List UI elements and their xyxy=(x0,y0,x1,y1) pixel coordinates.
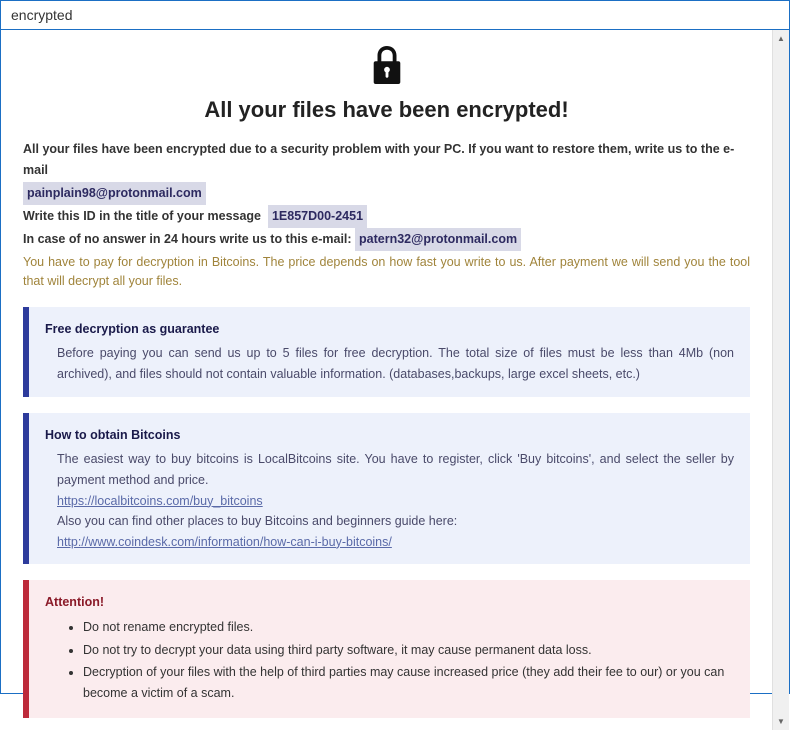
link-coindesk[interactable]: http://www.coindesk.com/information/how-… xyxy=(57,535,392,549)
box-free-decryption: Free decryption as guarantee Before payi… xyxy=(23,307,750,397)
vertical-scrollbar[interactable]: ▲ ▼ xyxy=(772,30,789,730)
intro-block: All your files have been encrypted due t… xyxy=(23,139,750,251)
window-titlebar: encrypted xyxy=(1,1,789,30)
lock-icon xyxy=(368,73,406,90)
email-secondary: patern32@protonmail.com xyxy=(355,228,521,251)
attention-item: Do not try to decrypt your data using th… xyxy=(83,640,734,661)
box-obtain-bitcoins: How to obtain Bitcoins The easiest way t… xyxy=(23,413,750,565)
scroll-up-icon[interactable]: ▲ xyxy=(773,30,789,47)
scroll-down-icon[interactable]: ▼ xyxy=(773,713,789,730)
attention-item: Decryption of your files with the help o… xyxy=(83,662,734,703)
box-obtain-bitcoins-title: How to obtain Bitcoins xyxy=(45,425,734,446)
box-attention-title: Attention! xyxy=(45,592,734,613)
box-attention: Attention! Do not rename encrypted files… xyxy=(23,580,750,717)
lock-icon-wrap xyxy=(23,44,750,91)
box-obtain-p1: The easiest way to buy bitcoins is Local… xyxy=(57,449,734,490)
victim-id: 1E857D00-2451 xyxy=(268,205,367,228)
box-free-decryption-body: Before paying you can send us up to 5 fi… xyxy=(57,343,734,384)
payment-note: You have to pay for decryption in Bitcoi… xyxy=(23,253,750,291)
intro-line3: In case of no answer in 24 hours write u… xyxy=(23,232,352,246)
window: encrypted All your files have been encry… xyxy=(0,0,790,694)
content: All your files have been encrypted! All … xyxy=(1,30,772,730)
box-free-decryption-title: Free decryption as guarantee xyxy=(45,319,734,340)
window-title: encrypted xyxy=(11,7,72,23)
box-obtain-p2: Also you can find other places to buy Bi… xyxy=(57,514,457,528)
content-wrap: All your files have been encrypted! All … xyxy=(1,30,789,730)
intro-line2: Write this ID in the title of your messa… xyxy=(23,209,261,223)
page-title: All your files have been encrypted! xyxy=(23,97,750,123)
attention-item: Do not rename encrypted files. xyxy=(83,617,734,638)
email-primary: painplain98@protonmail.com xyxy=(23,182,206,205)
link-localbitcoins[interactable]: https://localbitcoins.com/buy_bitcoins xyxy=(57,494,263,508)
intro-line1: All your files have been encrypted due t… xyxy=(23,142,734,177)
attention-list: Do not rename encrypted files. Do not tr… xyxy=(57,617,734,704)
